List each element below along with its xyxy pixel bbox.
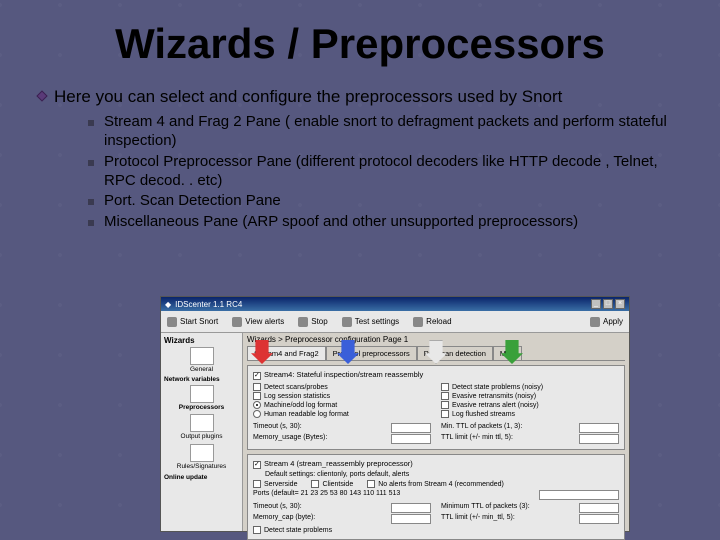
bullet-square-icon (88, 120, 94, 126)
rules-icon (190, 444, 214, 462)
stream4-title: Stream4: Stateful inspection/stream reas… (264, 370, 423, 379)
window-title: IDScenter 1.1 RC4 (175, 300, 242, 309)
bullet-list: Stream 4 and Frag 2 Pane ( enable snort … (88, 113, 680, 232)
tab-portscan[interactable]: Portscan detection (417, 346, 493, 360)
memcap-input[interactable] (391, 514, 431, 524)
ports-label: Ports (default= 21 23 25 53 80 143 110 1… (253, 490, 400, 500)
app-screenshot: ◆ IDScenter 1.1 RC4 _ □ × Start Snort Vi… (160, 296, 630, 532)
bullet-square-icon (88, 160, 94, 166)
sidebar-item-network-vars[interactable]: Network variables (164, 376, 239, 383)
bullet-diamond-icon (36, 90, 47, 101)
machine-log-radio[interactable] (253, 401, 261, 409)
close-icon[interactable]: × (615, 299, 625, 309)
human-log-radio[interactable] (253, 410, 261, 418)
sidebar-item-preprocessors[interactable]: Preprocessors (164, 385, 239, 411)
state-problems-label: Detect state problems (noisy) (452, 384, 543, 391)
test-settings-button[interactable]: Test settings (342, 317, 399, 327)
bullet-item: Stream 4 and Frag 2 Pane ( enable snort … (104, 113, 680, 151)
memory-label: Memory_usage (Bytes): (253, 434, 327, 444)
timeout2-label: Timeout (s, 30): (253, 503, 302, 513)
sidebar-item-general[interactable]: General (164, 347, 239, 373)
serverside-label: Serverside (264, 481, 297, 488)
human-log-label: Human readable log format (264, 411, 349, 418)
minimize-icon[interactable]: _ (591, 299, 601, 309)
gear-icon (342, 317, 352, 327)
detect-state2-checkbox[interactable] (253, 526, 261, 534)
minttl-input[interactable] (579, 423, 619, 433)
module-icon (190, 385, 214, 403)
bullet-item: Protocol Preprocessor Pane (different pr… (104, 153, 680, 191)
clientside-checkbox[interactable] (311, 480, 319, 488)
log-stats-label: Log session statistics (264, 393, 330, 400)
app-icon: ◆ (165, 300, 171, 309)
minttl2-label: Minimum TTL of packets (3): (441, 503, 530, 513)
sidebar-item-rules[interactable]: Rules/Signatures (164, 444, 239, 470)
reassembly-title: Stream 4 (stream_reassembly preprocessor… (264, 459, 413, 468)
timeout2-input[interactable] (391, 503, 431, 513)
sidebar-heading: Wizards (164, 336, 239, 345)
bullet-square-icon (88, 220, 94, 226)
memory-input[interactable] (391, 434, 431, 444)
detect-scans-checkbox[interactable] (253, 383, 261, 391)
intro-text: Here you can select and configure the pr… (54, 86, 562, 107)
bullet-item: Port. Scan Detection Pane (104, 192, 281, 211)
log-flushed-label: Log flushed streams (452, 411, 515, 418)
evasive-retrans-label: Evasive retransmits (noisy) (452, 393, 536, 400)
tab-protocol[interactable]: Protocol preprocessors (326, 346, 417, 360)
log-flushed-checkbox[interactable] (441, 410, 449, 418)
main-panel: Wizards > Preprocessor configuration Pag… (243, 333, 629, 531)
sidebar: Wizards General Network variables Prepro… (161, 333, 243, 531)
ttllimit-label: TTL limit (+/- min ttl, 5): (441, 434, 513, 444)
stop-button[interactable]: Stop (298, 317, 327, 327)
reassembly-enable-checkbox[interactable] (253, 461, 261, 469)
memcap-label: Memory_cap (byte): (253, 514, 315, 524)
tab-bar: Stream4 and Frag2 Protocol preprocessors… (247, 346, 625, 361)
machine-log-label: Machine/odd log format (264, 402, 337, 409)
evasive-alert-checkbox[interactable] (441, 401, 449, 409)
stream4-groupbox: Stream4: Stateful inspection/stream reas… (247, 365, 625, 450)
stop-icon (298, 317, 308, 327)
timeout-input[interactable] (391, 423, 431, 433)
clientside-label: Clientside (322, 481, 353, 488)
serverside-checkbox[interactable] (253, 480, 261, 488)
reload-button[interactable]: Reload (413, 317, 451, 327)
log-stats-checkbox[interactable] (253, 392, 261, 400)
play-icon (167, 317, 177, 327)
timeout-label: Timeout (s, 30): (253, 423, 302, 433)
ttllimit2-label: TTL limit (+/- min_ttl, 5): (441, 514, 515, 524)
view-alerts-button[interactable]: View alerts (232, 317, 284, 327)
check-icon (590, 317, 600, 327)
window-titlebar: ◆ IDScenter 1.1 RC4 _ □ × (161, 297, 629, 311)
detect-scans-label: Detect scans/probes (264, 384, 328, 391)
eye-icon (232, 317, 242, 327)
reassembly-groupbox: Stream 4 (stream_reassembly preprocessor… (247, 454, 625, 540)
toolbar: Start Snort View alerts Stop Test settin… (161, 311, 629, 333)
maximize-icon[interactable]: □ (603, 299, 613, 309)
minttl2-input[interactable] (579, 503, 619, 513)
wizard-icon (190, 347, 214, 365)
noalerts-label: No alerts from Stream 4 (recommended) (378, 481, 504, 488)
reassembly-subtitle: Default settings: clientonly, ports defa… (265, 471, 619, 478)
slide-title: Wizards / Preprocessors (0, 0, 720, 86)
apply-button[interactable]: Apply (590, 317, 623, 327)
ports-input[interactable] (539, 490, 619, 500)
ttllimit-input[interactable] (579, 434, 619, 444)
refresh-icon (413, 317, 423, 327)
sidebar-item-update[interactable]: Online update (164, 474, 239, 481)
bullet-square-icon (88, 199, 94, 205)
minttl-label: Min. TTL of packets (1, 3): (441, 423, 522, 433)
bullet-item: Miscellaneous Pane (ARP spoof and other … (104, 213, 578, 232)
noalerts-checkbox[interactable] (367, 480, 375, 488)
stream4-enable-checkbox[interactable] (253, 372, 261, 380)
evasive-retrans-checkbox[interactable] (441, 392, 449, 400)
detect-state2-label: Detect state problems (264, 527, 332, 534)
evasive-alert-label: Evasive retrans alert (noisy) (452, 402, 539, 409)
sidebar-item-output[interactable]: Output plugins (164, 414, 239, 440)
state-problems-checkbox[interactable] (441, 383, 449, 391)
output-icon (190, 414, 214, 432)
ttllimit2-input[interactable] (579, 514, 619, 524)
start-snort-button[interactable]: Start Snort (167, 317, 218, 327)
